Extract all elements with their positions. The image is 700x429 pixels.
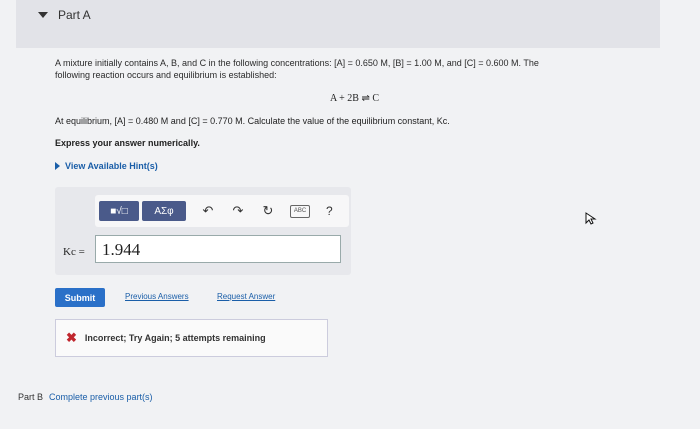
- kc-label: Kc =: [63, 246, 85, 258]
- redo-icon[interactable]: ↷: [230, 203, 246, 219]
- problem-text-line-2: following reaction occurs and equilibriu…: [55, 70, 277, 80]
- view-hints-link[interactable]: View Available Hint(s): [55, 161, 158, 171]
- previous-answers-link[interactable]: Previous Answers: [125, 292, 189, 301]
- templates-button[interactable]: ■√□: [99, 201, 139, 221]
- express-instruction: Express your answer numerically.: [55, 138, 200, 148]
- undo-icon[interactable]: ↶: [200, 203, 216, 219]
- part-b-header[interactable]: Part B Complete previous part(s): [18, 392, 153, 402]
- hint-label: View Available Hint(s): [65, 161, 158, 171]
- answer-box: ■√□ AΣφ ↶ ↷ ↻ ABC ? Kc = 1.944: [55, 187, 351, 275]
- feedback-message-box: ✖ Incorrect; Try Again; 5 attempts remai…: [55, 319, 328, 357]
- reset-icon[interactable]: ↻: [260, 203, 276, 219]
- part-b-status: Complete previous part(s): [49, 392, 153, 402]
- kc-answer-input[interactable]: 1.944: [95, 235, 341, 263]
- request-answer-link[interactable]: Request Answer: [217, 292, 275, 301]
- reaction-equation: A + 2B ⇌ C: [330, 93, 380, 104]
- part-a-title: Part A: [58, 8, 91, 22]
- math-toolbar: ■√□ AΣφ ↶ ↷ ↻ ABC ?: [95, 195, 349, 227]
- help-icon[interactable]: ?: [326, 204, 333, 218]
- error-x-icon: ✖: [66, 330, 77, 345]
- part-b-title: Part B: [18, 392, 44, 402]
- greek-symbols-button[interactable]: AΣφ: [142, 201, 186, 221]
- caret-down-icon[interactable]: [38, 12, 48, 18]
- problem-text-line-1: A mixture initially contains A, B, and C…: [55, 58, 539, 68]
- part-a-header[interactable]: Part A: [16, 0, 660, 48]
- mouse-cursor-icon: [584, 212, 598, 229]
- caret-right-icon: [55, 162, 60, 170]
- equilibrium-statement: At equilibrium, [A] = 0.480 M and [C] = …: [55, 116, 450, 126]
- keyboard-icon[interactable]: ABC: [290, 204, 310, 218]
- submit-button[interactable]: Submit: [55, 288, 105, 307]
- problem-statement: A mixture initially contains A, B, and C…: [55, 57, 655, 81]
- feedback-text: Incorrect; Try Again; 5 attempts remaini…: [84, 333, 266, 343]
